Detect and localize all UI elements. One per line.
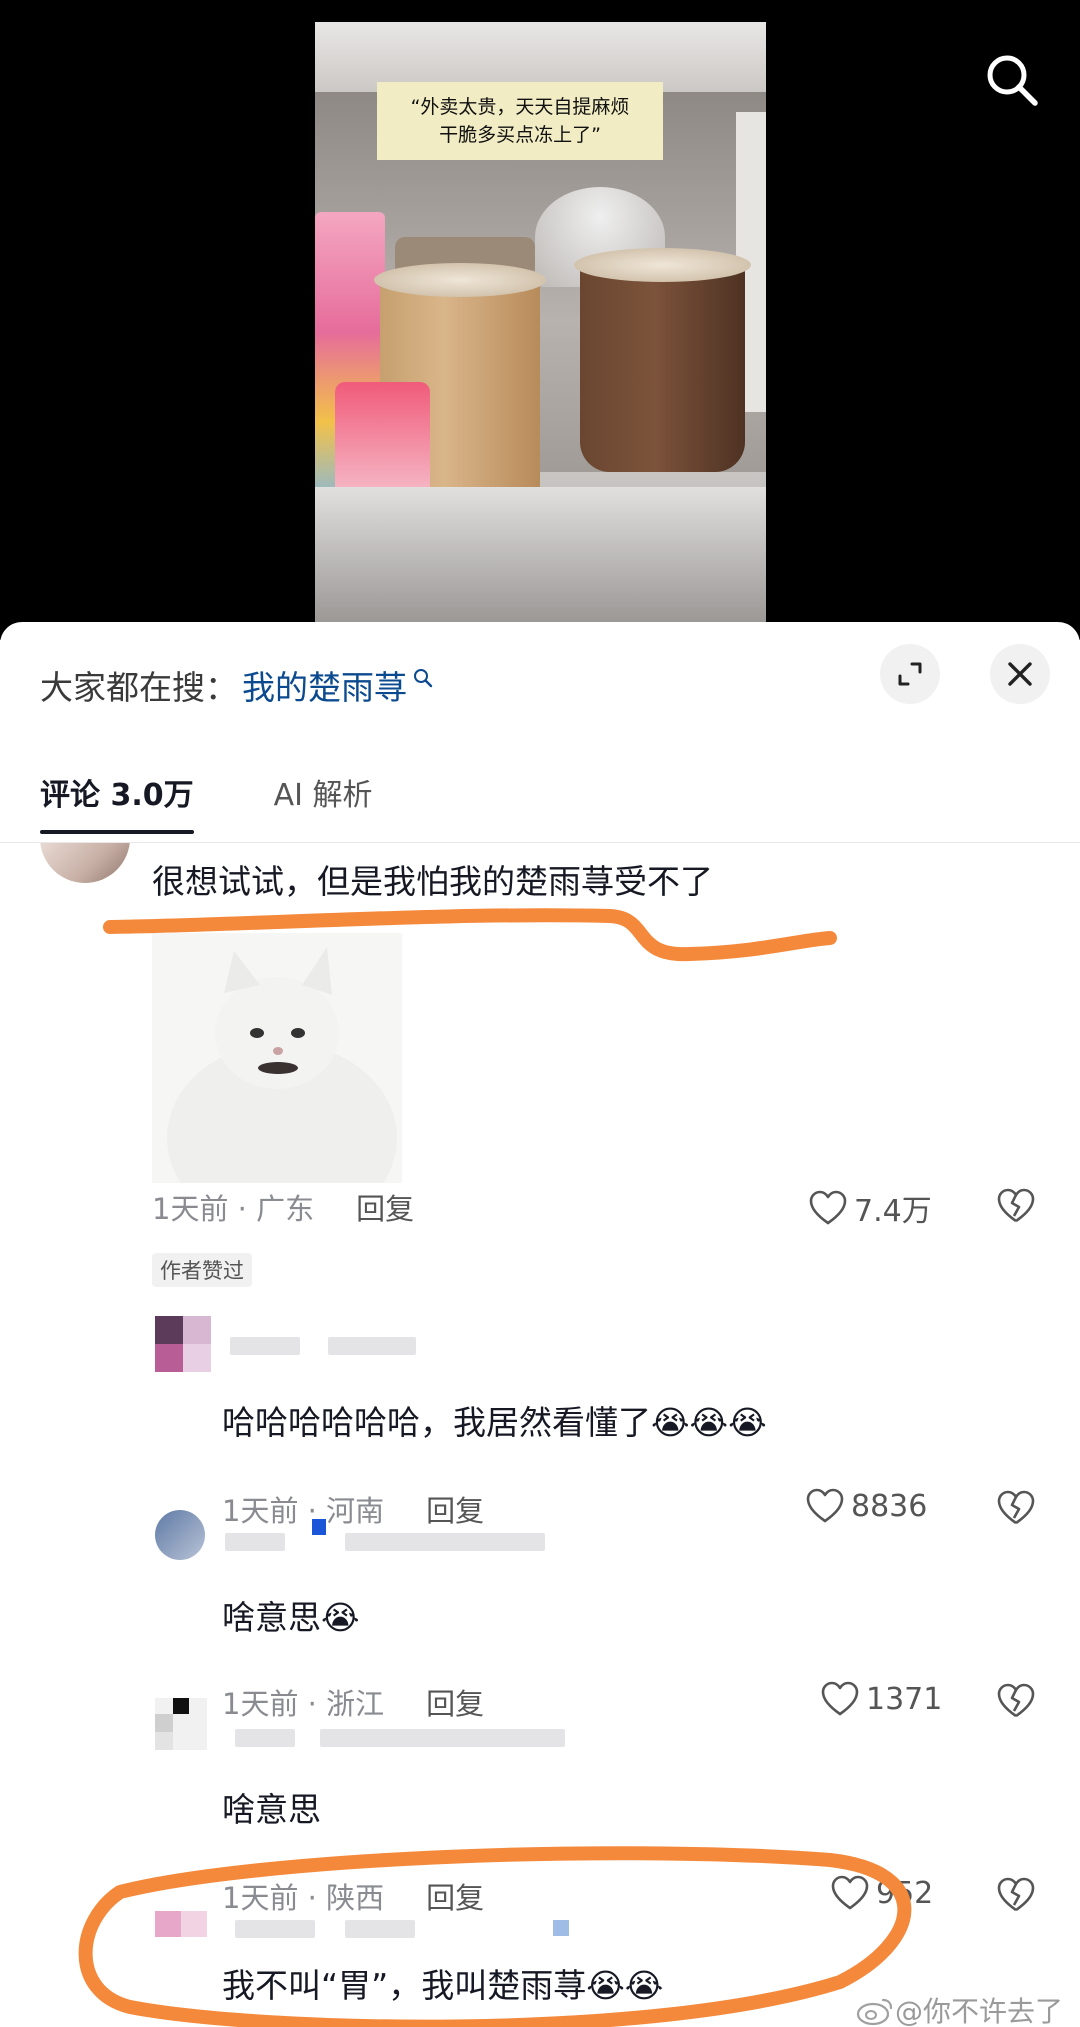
like-button[interactable]: 1371: [820, 1681, 942, 1717]
search-icon: [413, 668, 433, 688]
freezer-tray: [315, 487, 766, 622]
comment-list[interactable]: 很想试试，但是我怕我的楚雨荨受不了 1天前 · 广东 回复 7.4万 作者赞过 …: [0, 843, 1080, 2027]
dislike-button[interactable]: [996, 1683, 1036, 1723]
comment-meta: 1天前 · 广东 回复: [152, 1186, 414, 1228]
heart-icon: [821, 1681, 859, 1716]
panel-tabs: 评论 3.0万 AI 解析: [40, 762, 453, 834]
reply-text: 啥意思: [222, 1790, 321, 1829]
reply-time-location: 1天前 · 河南: [222, 1494, 385, 1528]
username-blurred[interactable]: [235, 1729, 295, 1747]
username-blurred[interactable]: [230, 1337, 300, 1355]
crying-emoji: 😭: [321, 1598, 360, 1637]
username-blurred: [345, 1533, 545, 1551]
heart-icon: [809, 1190, 847, 1225]
tab-ai-analysis-label: AI 解析: [273, 778, 373, 813]
comments-panel: 大家都在搜： 我的楚雨荨 评论 3.0万 AI 解析 很想试试，但是我怕我的楚雨…: [0, 622, 1080, 2027]
avatar[interactable]: [40, 843, 130, 883]
comment-text: 很想试试，但是我怕我的楚雨荨受不了: [152, 862, 713, 901]
drink-cup: [574, 248, 751, 472]
tab-active-indicator: [40, 830, 194, 834]
reply-time-location: 1天前 · 陕西: [222, 1881, 385, 1915]
reply-meta: 1天前 · 河南 回复: [222, 1488, 484, 1530]
weibo-icon: [856, 1998, 893, 2026]
expand-button[interactable]: [880, 644, 940, 704]
search-suggestion[interactable]: 大家都在搜： 我的楚雨荨: [40, 660, 433, 710]
avatar[interactable]: [155, 1316, 211, 1372]
search-suggestion-term[interactable]: 我的楚雨荨: [242, 661, 407, 709]
like-count: 7.4万: [854, 1194, 932, 1229]
reply-button[interactable]: 回复: [426, 1488, 484, 1530]
broken-heart-icon: [997, 1683, 1035, 1718]
reply-text: 我不叫“胃”，我叫楚雨荨😭😭: [222, 1959, 663, 2007]
close-icon: [1008, 662, 1032, 686]
reply-button[interactable]: 回复: [426, 1875, 484, 1917]
username-blurred: [320, 1729, 565, 1747]
like-count: 1371: [866, 1681, 943, 1717]
dislike-button[interactable]: [996, 1877, 1036, 1917]
reply-text: 啥意思😭: [222, 1591, 360, 1639]
avatar[interactable]: [155, 1698, 207, 1750]
expand-icon: [898, 662, 922, 686]
video-player[interactable]: “外卖太贵，天天自提麻烦 干脆多买点冻上了”: [0, 0, 1080, 640]
reply-button[interactable]: 回复: [356, 1186, 414, 1228]
cat-illustration: [152, 933, 402, 1183]
search-icon: [987, 55, 1038, 106]
search-suggestion-prefix: 大家都在搜：: [40, 668, 238, 707]
video-caption: “外卖太贵，天天自提麻烦 干脆多买点冻上了”: [377, 82, 663, 160]
dislike-button[interactable]: [996, 1490, 1036, 1530]
username-blurred: [328, 1337, 416, 1355]
reply-text-content: 我不叫“胃”，我叫楚雨荨: [222, 1966, 587, 2005]
username-pixel: [553, 1920, 569, 1936]
crying-emoji: 😭😭😭: [651, 1403, 767, 1442]
reply-text: 哈哈哈哈哈哈，我居然看懂了😭😭😭: [222, 1396, 767, 1444]
dislike-button[interactable]: [996, 1188, 1036, 1228]
username-pixel: [312, 1519, 326, 1535]
heart-icon: [831, 1875, 869, 1910]
cat-sticker-image[interactable]: [152, 933, 402, 1183]
watermark-text: @你不许去了: [895, 1995, 1064, 2027]
reply-button[interactable]: 回复: [426, 1681, 484, 1723]
broken-heart-icon: [997, 1188, 1035, 1223]
like-button[interactable]: 8836: [805, 1488, 927, 1524]
like-button[interactable]: 952: [830, 1875, 933, 1911]
avatar[interactable]: [155, 1911, 207, 1937]
video-frame[interactable]: “外卖太贵，天天自提麻烦 干脆多买点冻上了”: [315, 22, 766, 622]
username-blurred: [345, 1920, 415, 1938]
reply-text-content: 哈哈哈哈哈哈，我居然看懂了: [222, 1403, 651, 1442]
comment-time-location: 1天前 · 广东: [152, 1192, 315, 1226]
avatar[interactable]: [155, 1510, 205, 1560]
author-liked-badge: 作者赞过: [152, 1253, 252, 1287]
reply-time-location: 1天前 · 浙江: [222, 1687, 385, 1721]
like-count: 952: [876, 1875, 934, 1911]
crying-emoji: 😭😭: [586, 1966, 664, 2005]
tab-ai-analysis[interactable]: AI 解析: [274, 762, 373, 822]
heart-icon: [806, 1488, 844, 1523]
tab-comments[interactable]: 评论 3.0万: [40, 762, 194, 834]
like-count: 8836: [851, 1488, 928, 1524]
reply-meta: 1天前 · 陕西 回复: [222, 1875, 484, 1917]
tab-comments-label: 评论 3.0万: [40, 778, 194, 813]
reply-meta: 1天前 · 浙江 回复: [222, 1681, 484, 1723]
like-button[interactable]: 7.4万: [808, 1186, 932, 1230]
reply-text-content: 啥意思: [222, 1598, 321, 1637]
weibo-watermark: @你不许去了: [855, 1990, 1063, 2027]
close-button[interactable]: [990, 644, 1050, 704]
username-blurred[interactable]: [235, 1920, 315, 1938]
search-button[interactable]: [982, 50, 1042, 110]
broken-heart-icon: [997, 1490, 1035, 1525]
broken-heart-icon: [997, 1877, 1035, 1912]
username-blurred[interactable]: [225, 1533, 285, 1551]
